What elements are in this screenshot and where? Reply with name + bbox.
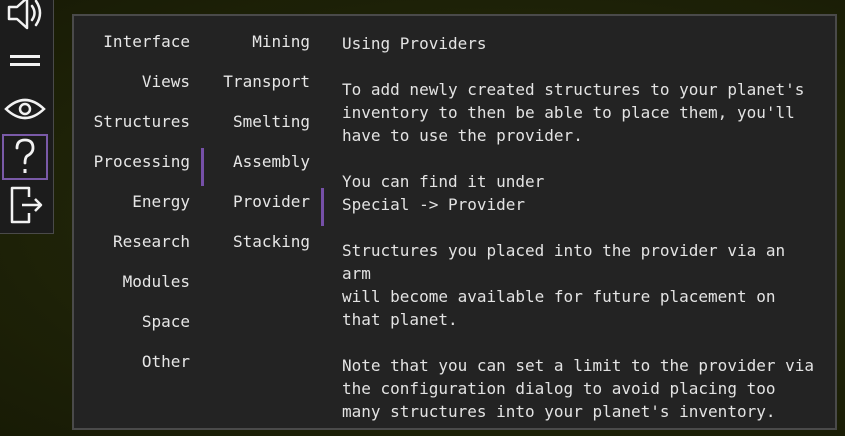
exit-door-icon: [10, 186, 43, 224]
category-item-research[interactable]: Research: [74, 230, 204, 270]
topic-item-provider[interactable]: Provider: [206, 188, 324, 230]
article-title: Using Providers: [342, 34, 487, 53]
topic-item-smelting[interactable]: Smelting: [206, 110, 324, 150]
topic-label: Mining: [252, 32, 310, 51]
game-screen: Interface Views Structures Processing En…: [0, 0, 845, 436]
category-item-modules[interactable]: Modules: [74, 270, 204, 310]
category-list: Interface Views Structures Processing En…: [74, 30, 204, 390]
menu-lines-icon: [10, 55, 40, 66]
topic-label: Assembly: [232, 152, 310, 171]
topic-item-mining[interactable]: Mining: [206, 30, 324, 70]
sound-button[interactable]: [2, 0, 48, 36]
article-paragraph: You can find it under Special -> Provide…: [342, 172, 545, 214]
category-item-energy[interactable]: Energy: [74, 190, 204, 230]
article-paragraph: Note that you can set a limit to the pro…: [342, 356, 815, 421]
category-label: Structures: [93, 112, 190, 131]
topic-label: Smelting: [232, 112, 310, 131]
topic-item-transport[interactable]: Transport: [206, 70, 324, 110]
category-item-space[interactable]: Space: [74, 310, 204, 350]
category-label: Energy: [132, 192, 190, 211]
menu-button[interactable]: [2, 38, 48, 84]
category-item-structures[interactable]: Structures: [74, 110, 204, 150]
category-label: Views: [141, 72, 190, 91]
topic-label: Provider: [232, 192, 310, 211]
side-toolbar: [0, 0, 54, 234]
help-button[interactable]: [2, 134, 48, 180]
eye-icon: [4, 98, 46, 120]
speaker-icon: [7, 0, 42, 30]
exit-button[interactable]: [2, 182, 48, 228]
category-item-views[interactable]: Views: [74, 70, 204, 110]
article-paragraph: To add newly created structures to your …: [342, 80, 805, 145]
topic-label: Stacking: [232, 232, 310, 251]
category-label: Interface: [103, 32, 190, 51]
topic-item-assembly[interactable]: Assembly: [206, 150, 324, 190]
topic-item-stacking[interactable]: Stacking: [206, 230, 324, 270]
topic-label: Transport: [223, 72, 310, 91]
category-label: Modules: [122, 272, 190, 291]
category-label: Space: [141, 312, 190, 331]
question-mark-icon: [15, 138, 35, 173]
help-panel: Interface Views Structures Processing En…: [72, 14, 837, 430]
article-content: Using Providers To add newly created str…: [342, 32, 822, 436]
article-paragraph: Structures you placed into the provider …: [342, 241, 786, 329]
category-label: Other: [141, 352, 190, 371]
category-label: Research: [112, 232, 190, 251]
topic-list: Mining Transport Smelting Assembly Provi…: [206, 30, 324, 270]
view-button[interactable]: [2, 86, 48, 132]
category-item-processing[interactable]: Processing: [74, 148, 204, 190]
category-label: Processing: [93, 152, 190, 171]
category-item-other[interactable]: Other: [74, 350, 204, 390]
category-item-interface[interactable]: Interface: [74, 30, 204, 70]
